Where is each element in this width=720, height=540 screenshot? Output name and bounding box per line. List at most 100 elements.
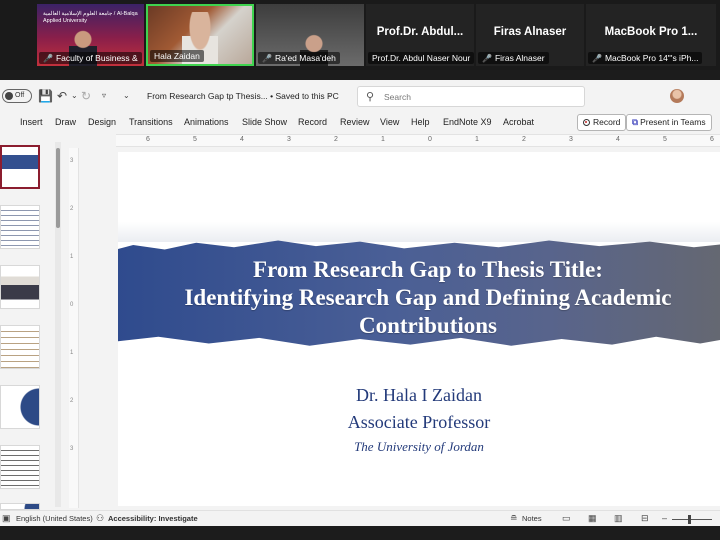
scrollbar-thumb[interactable] [56, 148, 60, 228]
ruler-tick: 3 [70, 158, 74, 164]
search-placeholder: Search [384, 92, 411, 102]
slide-thumbnail-pane [0, 135, 56, 510]
participant-name: 🎤 Faculty of Business & [39, 52, 142, 64]
window-bottom-edge [0, 526, 720, 540]
ruler-tick: 2 [334, 136, 338, 143]
notes-icon: ≘ [510, 513, 518, 523]
notes-button[interactable]: Notes [522, 514, 542, 523]
title-bar: Off 💾 ↶ ⌄ ↻ ▿ ⌄ From Research Gap tp The… [0, 80, 720, 112]
ruler-tick: 6 [146, 136, 150, 143]
undo-dropdown-icon[interactable]: ⌄ [71, 88, 78, 104]
author-university[interactable]: The University of Jordan [118, 439, 720, 455]
ruler-tick: 5 [193, 136, 197, 143]
participant-name: 🎤 MacBook Pro 14"'s iPh... [588, 52, 703, 64]
zoom-slider-handle[interactable] [688, 515, 691, 524]
zoom-slider[interactable] [672, 519, 712, 520]
ruler-tick: 3 [287, 136, 291, 143]
horizontal-ruler: 6 5 4 3 2 1 0 1 2 3 4 5 6 [116, 134, 720, 147]
slide-title-line: Contributions [358, 313, 498, 338]
slide-thumbnail-6[interactable] [0, 445, 40, 489]
zoom-video-strip: جامعة العلوم الإسلامية العالمية / Al-Bal… [0, 0, 720, 70]
participant-name: 🎤 Firas Alnaser [478, 52, 549, 64]
present-in-teams-button[interactable]: ⧉ Present in Teams [626, 114, 712, 131]
chevron-down-icon[interactable]: ⌄ [327, 90, 334, 99]
tab-help[interactable]: Help [411, 117, 430, 127]
tab-design[interactable]: Design [88, 117, 116, 127]
document-title[interactable]: From Research Gap tp Thesis... • Saved t… [147, 91, 339, 101]
participant-name: Prof.Dr. Abdul Naser Nour [368, 52, 474, 64]
search-box[interactable]: ⚲ Search [357, 86, 585, 107]
quick-access-dropdown-icon[interactable]: ⌄ [123, 88, 130, 104]
participant-big-name: Firas Alnaser [493, 26, 567, 38]
save-icon[interactable]: 💾 [38, 88, 53, 104]
status-bar: ▣ English (United States) ⚇ Accessibilit… [0, 510, 720, 526]
avatar[interactable] [670, 89, 684, 103]
mic-muted-icon: 🎤 [262, 54, 272, 63]
customize-quick-access-icon[interactable]: ▿ [102, 88, 106, 104]
tab-acrobat[interactable]: Acrobat [503, 117, 534, 127]
mic-muted-icon: 🎤 [43, 54, 53, 63]
autosave-toggle[interactable]: Off [2, 89, 32, 103]
tab-draw[interactable]: Draw [55, 117, 76, 127]
slide-canvas[interactable]: From Research Gap to Thesis Title: Ident… [118, 152, 720, 506]
tab-insert[interactable]: Insert [20, 117, 43, 127]
slide-band-haze [118, 222, 720, 242]
slide-thumbnail-5[interactable] [0, 385, 40, 429]
ruler-tick: 1 [70, 350, 74, 356]
ruler-tick: 1 [70, 254, 74, 260]
thumbnail-scrollbar[interactable] [55, 142, 61, 507]
ruler-tick: 4 [616, 136, 620, 143]
author-name[interactable]: Dr. Hala I Zaidan [118, 385, 720, 406]
ruler-tick: 3 [70, 446, 74, 452]
ruler-tick: 2 [70, 206, 74, 212]
ruler-tick: 2 [70, 398, 74, 404]
record-button[interactable]: Record [577, 114, 627, 131]
search-icon: ⚲ [366, 91, 375, 103]
slide-sorter-icon[interactable]: ▦ [588, 513, 597, 524]
accessibility-status[interactable]: Accessibility: Investigate [108, 514, 198, 523]
tab-transitions[interactable]: Transitions [129, 117, 173, 127]
video-tile-macbook[interactable]: MacBook Pro 1... 🎤 MacBook Pro 14"'s iPh.… [586, 4, 716, 66]
undo-icon[interactable]: ↶ [57, 88, 67, 104]
ribbon-tabs: Insert Draw Design Transitions Animation… [0, 112, 720, 134]
slide-thumbnail-2[interactable] [0, 205, 40, 249]
ruler-tick: 3 [569, 136, 573, 143]
video-tile-raed[interactable]: 🎤 Ra'ed Masa'deh [256, 4, 364, 66]
tab-record[interactable]: Record [298, 117, 327, 127]
tab-slide-show[interactable]: Slide Show [242, 117, 287, 127]
video-tile-active-speaker[interactable]: Hala Zaidan [146, 4, 254, 66]
tab-review[interactable]: Review [340, 117, 370, 127]
ruler-tick: 0 [70, 302, 74, 308]
normal-view-icon[interactable]: ▭ [562, 513, 571, 524]
slide-title-line: Identifying Research Gap and Defining Ac… [184, 285, 672, 310]
video-tile-abdul-naser[interactable]: Prof.Dr. Abdul... Prof.Dr. Abdul Naser N… [366, 4, 474, 66]
slide-thumbnail-7[interactable] [0, 503, 40, 510]
slide-thumbnail-4[interactable] [0, 325, 40, 369]
slide-show-icon[interactable]: ⊟ [641, 513, 649, 524]
tab-endnote[interactable]: EndNote X9 [443, 117, 492, 127]
mic-muted-icon: 🎤 [482, 54, 492, 63]
redo-icon[interactable]: ↻ [81, 88, 91, 104]
vertical-ruler: 3 2 1 0 1 2 3 [69, 148, 79, 508]
author-role[interactable]: Associate Professor [118, 412, 720, 433]
ruler-tick: 1 [381, 136, 385, 143]
zoom-out-icon[interactable]: – [662, 513, 667, 523]
video-tile-firas[interactable]: Firas Alnaser 🎤 Firas Alnaser [476, 4, 584, 66]
slide-title[interactable]: From Research Gap to Thesis Title: Ident… [128, 256, 720, 340]
video-tile-faculty[interactable]: جامعة العلوم الإسلامية العالمية / Al-Bal… [37, 4, 144, 66]
participant-name: 🎤 Ra'ed Masa'deh [258, 52, 340, 64]
reading-view-icon[interactable]: ▥ [614, 513, 623, 524]
participant-name: Hala Zaidan [150, 50, 204, 62]
ruler-tick: 4 [240, 136, 244, 143]
teams-icon: ⧉ [632, 117, 639, 127]
tab-animations[interactable]: Animations [184, 117, 229, 127]
language-status[interactable]: English (United States) [16, 514, 93, 523]
record-icon [583, 119, 590, 126]
mic-muted-icon: 🎤 [592, 54, 602, 63]
accessibility-icon: ⚇ [96, 513, 105, 523]
participant-big-name: MacBook Pro 1... [604, 26, 698, 38]
tab-view[interactable]: View [380, 117, 399, 127]
slide-thumbnail-3[interactable] [0, 265, 40, 309]
spelling-icon[interactable]: ▣ [2, 513, 11, 524]
slide-thumbnail-1[interactable] [0, 145, 40, 189]
